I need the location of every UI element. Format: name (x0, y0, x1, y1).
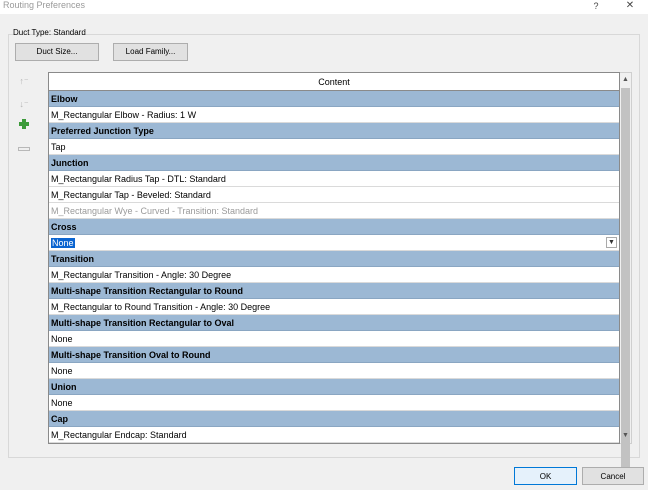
minus-icon (18, 147, 30, 151)
table-row[interactable]: M_Rectangular Endcap: Standard (49, 427, 619, 443)
group-header-row: Transition (49, 251, 619, 267)
table-row[interactable]: M_Rectangular Wye - Curved - Transition:… (49, 203, 619, 219)
table-row[interactable]: None (49, 395, 619, 411)
help-button[interactable]: ? (588, 0, 604, 13)
column-header-content[interactable]: Content (49, 73, 619, 91)
window-title: Routing Preferences (3, 0, 86, 10)
table-row[interactable]: M_Rectangular Transition - Angle: 30 Deg… (49, 267, 619, 283)
load-family-button[interactable]: Load Family... (113, 43, 188, 61)
plus-icon (19, 119, 29, 129)
selected-value[interactable]: None (51, 238, 75, 248)
vertical-scrollbar[interactable]: ▲ ▼ (620, 72, 632, 484)
group-header-row: Multi-shape Transition Rectangular to Ro… (49, 283, 619, 299)
grid-rows: Elbow M_Rectangular Elbow - Radius: 1 W Pr… (49, 91, 619, 443)
group-header-row: Cross (49, 219, 619, 235)
move-down-icon[interactable]: ↓⁻ (17, 98, 31, 110)
group-header-row: Preferred Junction Type (49, 123, 619, 139)
group-header-row: Cap (49, 411, 619, 427)
table-row[interactable]: M_Rectangular to Round Transition - Angl… (49, 299, 619, 315)
group-header-row: Union (49, 379, 619, 395)
duct-size-button[interactable]: Duct Size... (15, 43, 99, 61)
table-row[interactable]: None (49, 363, 619, 379)
group-header-row: Elbow (49, 91, 619, 107)
title-bar: Routing Preferences ? ✕ (0, 0, 648, 14)
scroll-down-icon[interactable]: ▼ (620, 429, 631, 443)
move-up-icon[interactable]: ↑⁻ (17, 75, 31, 87)
dropdown-arrow-icon[interactable]: ▼ (606, 237, 617, 248)
scroll-thumb[interactable] (621, 88, 630, 484)
close-button[interactable]: ✕ (622, 0, 638, 13)
table-row[interactable]: M_Rectangular Radius Tap - DTL: Standard (49, 171, 619, 187)
table-row[interactable]: M_Rectangular Elbow - Radius: 1 W (49, 107, 619, 123)
table-row[interactable]: Tap (49, 139, 619, 155)
table-row[interactable]: None (49, 331, 619, 347)
scroll-up-icon[interactable]: ▲ (620, 73, 631, 87)
table-row[interactable]: M_Rectangular Tap - Beveled: Standard (49, 187, 619, 203)
group-header-row: Junction (49, 155, 619, 171)
add-row-icon[interactable] (17, 119, 31, 131)
group-header-row: Multi-shape Transition Oval to Round (49, 347, 619, 363)
cancel-button[interactable]: Cancel (582, 467, 644, 485)
ok-button[interactable]: OK (514, 467, 577, 485)
group-header-row: Multi-shape Transition Rectangular to Ov… (49, 315, 619, 331)
remove-row-icon[interactable] (17, 144, 31, 156)
content-grid: Content Elbow M_Rectangular Elbow - Radiu… (48, 72, 620, 444)
duct-type-label: Duct Type: Standard (13, 28, 86, 37)
table-row[interactable]: None ▼ (49, 235, 619, 251)
